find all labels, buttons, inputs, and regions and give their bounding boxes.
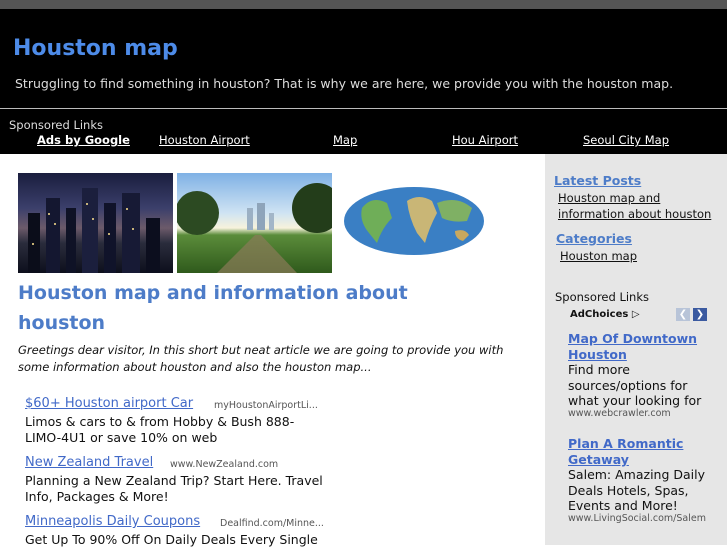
latest-posts-heading[interactable]: Latest Posts	[554, 173, 641, 188]
skyline-night-graphic	[28, 188, 160, 273]
ad-title-new-zealand-travel[interactable]: New Zealand Travel	[25, 455, 153, 470]
ad-title-houston-airport-car[interactable]: $60+ Houston airport Car	[25, 396, 193, 411]
park-graphic	[175, 183, 342, 273]
world-map-graphic	[344, 187, 484, 255]
ad-url[interactable]: Dealfind.com/Minne...	[220, 518, 324, 529]
ads-by-google-link[interactable]: Ads by Google	[37, 133, 130, 147]
ad-next-icon[interactable]: ❯	[693, 308, 707, 321]
sidebar-ad-description: Find more sources/options for what your …	[568, 362, 702, 408]
nav-link-hou-airport[interactable]: Hou Airport	[452, 133, 518, 147]
link-unit-bar: Sponsored Links Ads by Google Houston Ai…	[0, 109, 727, 154]
nav-link-houston-airport[interactable]: Houston Airport	[159, 133, 250, 147]
site-header: Houston map Struggling to find something…	[0, 9, 727, 108]
ad-url[interactable]: www.NewZealand.com	[170, 459, 278, 470]
nav-sponsored-label: Sponsored Links	[9, 118, 103, 132]
houston-park-skyline-image	[175, 173, 342, 273]
top-strip	[0, 0, 727, 9]
post-intro: Greetings dear visitor, In this short bu…	[18, 343, 504, 374]
categories-heading[interactable]: Categories	[556, 231, 632, 246]
sidebar-ad-title-downtown-houston[interactable]: Map Of Downtown Houston	[568, 331, 718, 363]
sidebar-ad-description: Salem: Amazing Daily Deals Hotels, Spas,…	[568, 467, 705, 513]
nav-link-seoul-city-map[interactable]: Seoul City Map	[583, 133, 669, 147]
latest-post-link[interactable]: Houston map and information about housto…	[558, 190, 718, 222]
sidebar-ad-title-romantic-getaway[interactable]: Plan A Romantic Getaway	[568, 436, 718, 468]
nav-link-map[interactable]: Map	[333, 133, 357, 147]
adchoices-label[interactable]: AdChoices ▷	[570, 309, 640, 320]
sidebar-ad-url[interactable]: www.LivingSocial.com/Salem	[568, 513, 706, 524]
ad-title-minneapolis-coupons[interactable]: Minneapolis Daily Coupons	[25, 514, 200, 529]
world-map-image	[337, 173, 492, 273]
sidebar-ad-url[interactable]: www.webcrawler.com	[568, 408, 671, 419]
ad-description: Limos & cars to & from Hobby & Bush 888-…	[25, 414, 295, 445]
sidebar-sponsored-label: Sponsored Links	[555, 290, 649, 304]
site-tagline: Struggling to find something in houston?…	[15, 76, 674, 91]
category-link-houston-map[interactable]: Houston map	[560, 248, 720, 264]
ad-prev-icon[interactable]: ❮	[676, 308, 690, 321]
ad-description: Get Up To 90% Off On Daily Deals Every S…	[25, 532, 318, 547]
ad-description: Planning a New Zealand Trip? Start Here.…	[25, 473, 323, 504]
post-title[interactable]: Houston map and information about housto…	[18, 278, 488, 338]
ad-url[interactable]: myHoustonAirportLi...	[214, 400, 318, 411]
adchoices-text[interactable]: AdChoices	[570, 309, 628, 320]
adchoices-icon[interactable]: ▷	[632, 309, 640, 320]
houston-skyline-night-image	[18, 173, 173, 273]
site-title[interactable]: Houston map	[13, 36, 178, 61]
